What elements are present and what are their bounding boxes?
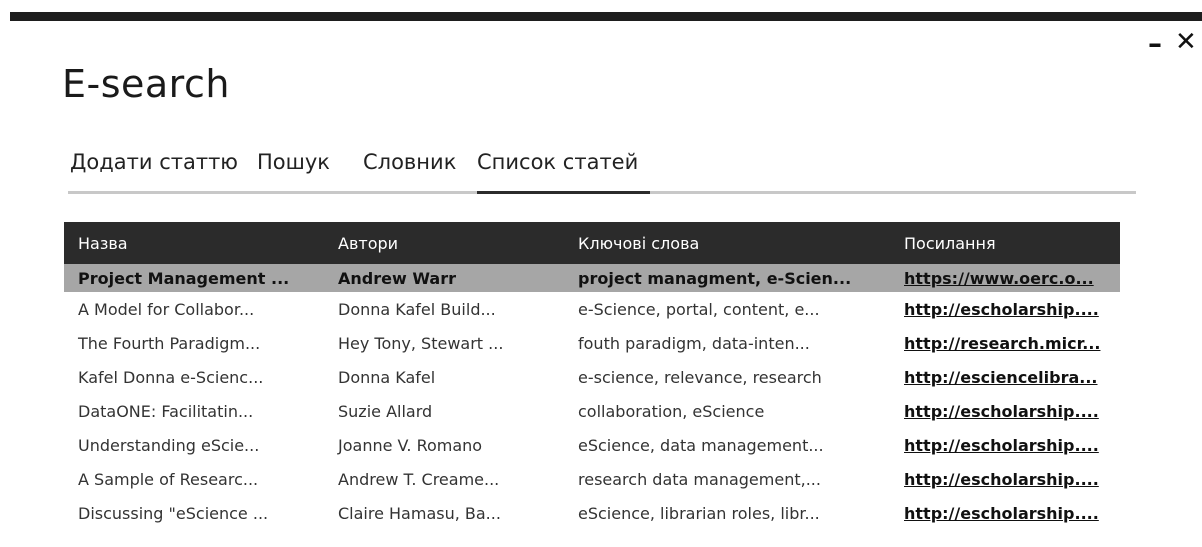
table-row[interactable]: DataONE: Facilitatin... Suzie Allard col… (64, 394, 1120, 428)
column-header-keywords[interactable]: Ключові слова (564, 222, 890, 264)
cell-authors: Hey Tony, Stewart ... (338, 333, 504, 353)
cell-link[interactable]: http://escholarship.... (890, 496, 1120, 530)
tab-bar: Додати статтю Пошук Словник Список стате… (68, 150, 1136, 194)
column-header-link[interactable]: Посилання (890, 222, 1120, 264)
cell-link[interactable]: http://research.micr... (890, 326, 1120, 360)
app-title: E-search (62, 62, 230, 106)
cell-title: Discussing "eScience ... (78, 503, 269, 523)
cell-link[interactable]: http://escholarship.... (890, 292, 1120, 326)
minimize-icon[interactable]: – (1148, 30, 1162, 58)
table-row[interactable]: Discussing "eScience ... Claire Hamasu, … (64, 496, 1120, 530)
table-row[interactable]: Kafel Donna e-Scienc... Donna Kafel e-sc… (64, 360, 1120, 394)
cell-title: Understanding eScie... (78, 435, 260, 455)
cell-title: The Fourth Paradigm... (78, 333, 261, 353)
cell-keywords: eScience, librarian roles, libr... (578, 503, 820, 523)
table-row[interactable]: Understanding eScie... Joanne V. Romano … (64, 428, 1120, 462)
cell-link[interactable]: http://escholarship.... (890, 462, 1120, 496)
cell-title: Kafel Donna e-Scienc... (78, 367, 264, 387)
cell-link[interactable]: https://www.oerc.o... (890, 264, 1120, 292)
window-top-bar (10, 12, 1202, 21)
cell-authors: Joanne V. Romano (338, 435, 483, 455)
cell-keywords: e-Science, portal, content, e... (578, 299, 820, 319)
cell-authors: Suzie Allard (338, 401, 433, 421)
cell-title: DataONE: Facilitatin... (78, 401, 254, 421)
cell-link[interactable]: http://esciencelibra... (890, 360, 1120, 394)
table-row[interactable]: A Sample of Researc... Andrew T. Creame.… (64, 462, 1120, 496)
cell-link[interactable]: http://escholarship.... (890, 428, 1120, 462)
cell-link[interactable]: http://escholarship.... (890, 394, 1120, 428)
tab-add-article[interactable]: Додати статтю (70, 150, 238, 191)
articles-table: Назва Автори Ключові слова Посилання Pro… (64, 222, 1120, 530)
cell-authors: Andrew T. Creame... (338, 469, 500, 489)
column-header-title[interactable]: Назва (64, 222, 324, 264)
cell-authors: Donna Kafel (338, 367, 436, 387)
cell-authors: Donna Kafel Build... (338, 299, 496, 319)
tab-dictionary[interactable]: Словник (363, 150, 456, 191)
cell-title: A Model for Collabor... (78, 299, 255, 319)
close-icon[interactable]: ✕ (1175, 28, 1197, 56)
column-header-authors[interactable]: Автори (324, 222, 564, 264)
tab-search[interactable]: Пошук (257, 150, 330, 191)
cell-keywords: e-science, relevance, research (578, 367, 822, 387)
cell-keywords: project managment, e-Scien... (564, 264, 890, 292)
cell-keywords: eScience, data management... (578, 435, 824, 455)
table-row-selected[interactable]: Project Management ... Andrew Warr proje… (64, 264, 1120, 292)
cell-keywords: collaboration, eScience (578, 401, 765, 421)
tab-article-list[interactable]: Список статей (477, 150, 651, 194)
cell-keywords: research data management,... (578, 469, 821, 489)
table-header-row: Назва Автори Ключові слова Посилання (64, 222, 1120, 264)
cell-keywords: fouth paradigm, data-inten... (578, 333, 810, 353)
cell-title: Project Management ... (64, 264, 324, 292)
cell-title: A Sample of Researc... (78, 469, 259, 489)
cell-authors: Andrew Warr (324, 264, 564, 292)
cell-authors: Claire Hamasu, Ba... (338, 503, 501, 523)
table-row[interactable]: The Fourth Paradigm... Hey Tony, Stewart… (64, 326, 1120, 360)
table-row[interactable]: A Model for Collabor... Donna Kafel Buil… (64, 292, 1120, 326)
